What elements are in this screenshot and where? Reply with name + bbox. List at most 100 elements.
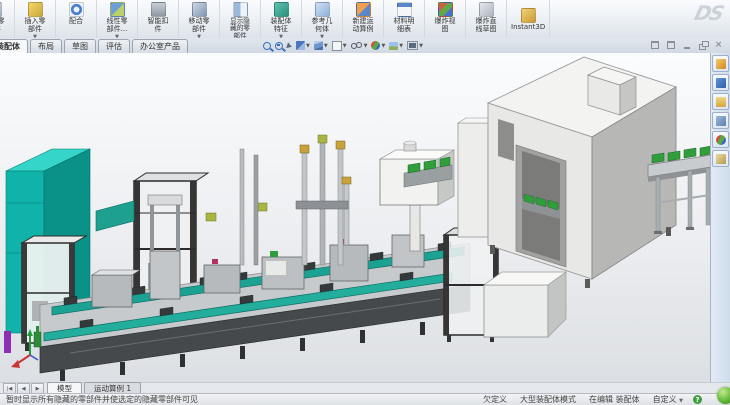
window-pane-button-2[interactable] — [665, 40, 676, 50]
appearances-scenes-icon — [716, 135, 726, 145]
show-hidden-components-icon — [233, 2, 248, 17]
section-view-button[interactable]: ▼ — [296, 41, 310, 50]
bill-of-materials-button[interactable]: 材料明 细表 — [384, 0, 425, 38]
view-orientation-icon — [314, 41, 323, 50]
appearances-scenes-button[interactable] — [712, 131, 729, 148]
status-message: 暂时显示所有隐藏的零部件并使选定的隐藏零部件可见 — [6, 394, 470, 405]
zoom-to-area-button[interactable] — [275, 42, 283, 50]
smart-fasteners-button[interactable]: 智能扣 件 — [138, 0, 179, 38]
explode-line-sketch-button[interactable]: 爆炸直 线草图 — [466, 0, 507, 38]
instant3d-icon — [521, 8, 536, 23]
instant3d-button[interactable]: Instant3D — [507, 0, 550, 38]
window-restore-button[interactable] — [697, 40, 708, 50]
hide-show-items-icon — [351, 43, 357, 49]
tab-evaluate[interactable]: 评估 — [98, 39, 130, 53]
custom-properties-icon — [716, 154, 726, 164]
solidworks-resources-button[interactable] — [712, 55, 729, 72]
hopper[interactable] — [380, 141, 454, 251]
pedestal-box[interactable] — [484, 272, 566, 337]
document-window-buttons: × — [649, 40, 724, 50]
tab-layout[interactable]: 布局 — [30, 39, 62, 53]
edit-appearance-icon — [371, 41, 380, 50]
assembly-3d-model[interactable] — [0, 53, 711, 382]
edit-component-icon — [0, 2, 2, 17]
zoom-to-fit-icon — [263, 42, 271, 50]
custom-properties-button[interactable] — [712, 150, 729, 167]
edit-component-label: 编辑零 部件 — [0, 18, 5, 34]
window-minimize-button[interactable] — [681, 40, 692, 50]
zoom-to-fit-button[interactable] — [263, 42, 271, 50]
linear-component-pattern-button[interactable]: 线性零 部件... ▼ — [97, 0, 138, 38]
move-component-button[interactable]: 移动零 部件 ▼ — [179, 0, 220, 38]
window-pane-icon — [651, 41, 659, 49]
edit-appearance-button[interactable]: ▼ — [371, 41, 385, 50]
reference-geometry-button[interactable]: 参考几 何体 ▼ — [302, 0, 343, 38]
new-motion-study-button[interactable]: 新建运 动算例 — [343, 0, 384, 38]
chevron-down-icon: ▼ — [679, 398, 683, 404]
apply-scene-button[interactable]: ▼ — [389, 42, 403, 50]
exploded-view-button[interactable]: 爆炸视 图 — [425, 0, 466, 38]
new-motion-study-icon — [356, 2, 371, 17]
previous-view-button[interactable] — [287, 43, 292, 49]
view-palette-button[interactable] — [712, 112, 729, 129]
bill-of-materials-icon — [397, 2, 412, 17]
view-orientation-button[interactable]: ▼ — [314, 41, 328, 50]
large-assembly-mode-label: 大型装配体模式 — [520, 394, 576, 405]
graphics-area[interactable] — [0, 53, 730, 382]
edit-component-button[interactable]: 编辑零 部件 — [0, 0, 15, 38]
file-explorer-icon — [716, 97, 726, 107]
smart-fasteners-icon — [151, 2, 166, 17]
heads-up-view-toolbar: ▼ ▼ ▼ ▼ ▼ ▼ ▼ — [263, 39, 423, 52]
previous-view-icon — [286, 42, 293, 49]
tab-assembly[interactable]: 装配体 — [0, 39, 28, 53]
file-explorer-button[interactable] — [712, 93, 729, 110]
tab-office-products[interactable]: 办公室产品 — [132, 39, 188, 53]
reference-geometry-icon — [315, 2, 330, 17]
machine-enclosure[interactable] — [458, 57, 676, 288]
tab-sketch[interactable]: 草图 — [64, 39, 96, 53]
view-settings-button[interactable]: ▼ — [407, 41, 423, 50]
insert-components-button[interactable]: 插入零 部件 ▼ — [15, 0, 56, 38]
status-bar: 暂时显示所有隐藏的零部件并使选定的隐藏零部件可见 欠定义 大型装配体模式 在编辑… — [0, 393, 730, 405]
tab-motion-study-1[interactable]: 运动算例 1 — [84, 382, 141, 393]
assembly-features-button[interactable]: 装配体 特征 ▼ — [261, 0, 302, 38]
mate-button[interactable]: 配合 — [56, 0, 97, 38]
help-icon[interactable]: ? — [693, 395, 702, 404]
command-manager-ribbon: 编辑零 部件 插入零 部件 ▼ 配合 线性零 部件... ▼ 智能扣 件 移动零… — [0, 0, 730, 39]
command-manager-tabs: 装配体 布局 草图 评估 办公室产品 — [0, 39, 190, 53]
insert-components-icon — [28, 2, 43, 17]
sheet-nav-prev-button[interactable]: ◀ — [17, 383, 30, 393]
show-hidden-components-button[interactable]: 显示隐 藏的零 部件 — [220, 0, 261, 38]
display-style-button[interactable]: ▼ — [332, 41, 347, 51]
exit-conveyor[interactable] — [648, 146, 711, 234]
editing-assembly-label: 在编辑 装配体 — [589, 394, 640, 405]
sheet-nav-first-button[interactable]: |◀ — [3, 383, 16, 393]
section-view-icon — [296, 41, 305, 50]
window-pane-icon — [667, 41, 675, 49]
command-manager-tab-row: 装配体 布局 草图 评估 办公室产品 ▼ ▼ ▼ ▼ ▼ ▼ ▼ × — [0, 38, 730, 54]
design-library-button[interactable] — [712, 74, 729, 91]
window-pane-button[interactable] — [649, 40, 660, 50]
dassault-systemes-logo: DS — [692, 1, 725, 25]
units-label: 自定义 — [653, 395, 677, 404]
define-state-label: 欠定义 — [483, 394, 507, 405]
hide-show-items-button[interactable]: ▼ — [351, 43, 368, 49]
solidworks-window: 编辑零 部件 插入零 部件 ▼ 配合 线性零 部件... ▼ 智能扣 件 移动零… — [0, 0, 730, 405]
window-restore-icon — [699, 44, 706, 50]
units-dropdown[interactable]: 自定义 ▼ — [653, 394, 683, 405]
solidworks-resources-icon — [716, 59, 726, 69]
explode-line-sketch-icon — [479, 2, 494, 17]
tab-model[interactable]: 模型 — [47, 382, 82, 393]
window-minimize-icon — [684, 47, 690, 49]
window-close-button[interactable]: × — [713, 40, 724, 50]
mate-icon — [69, 2, 84, 17]
move-component-icon — [192, 2, 207, 17]
task-pane-strip — [710, 53, 730, 382]
model-motion-tab-bar: |◀ ◀ ▶ 模型 运动算例 1 — [0, 382, 730, 393]
design-library-icon — [716, 78, 726, 88]
view-palette-icon — [716, 116, 726, 126]
assembly-features-icon — [274, 2, 289, 17]
display-style-icon — [332, 41, 342, 51]
sheet-nav-next-button[interactable]: ▶ — [31, 383, 44, 393]
green-ramp[interactable] — [96, 201, 134, 231]
